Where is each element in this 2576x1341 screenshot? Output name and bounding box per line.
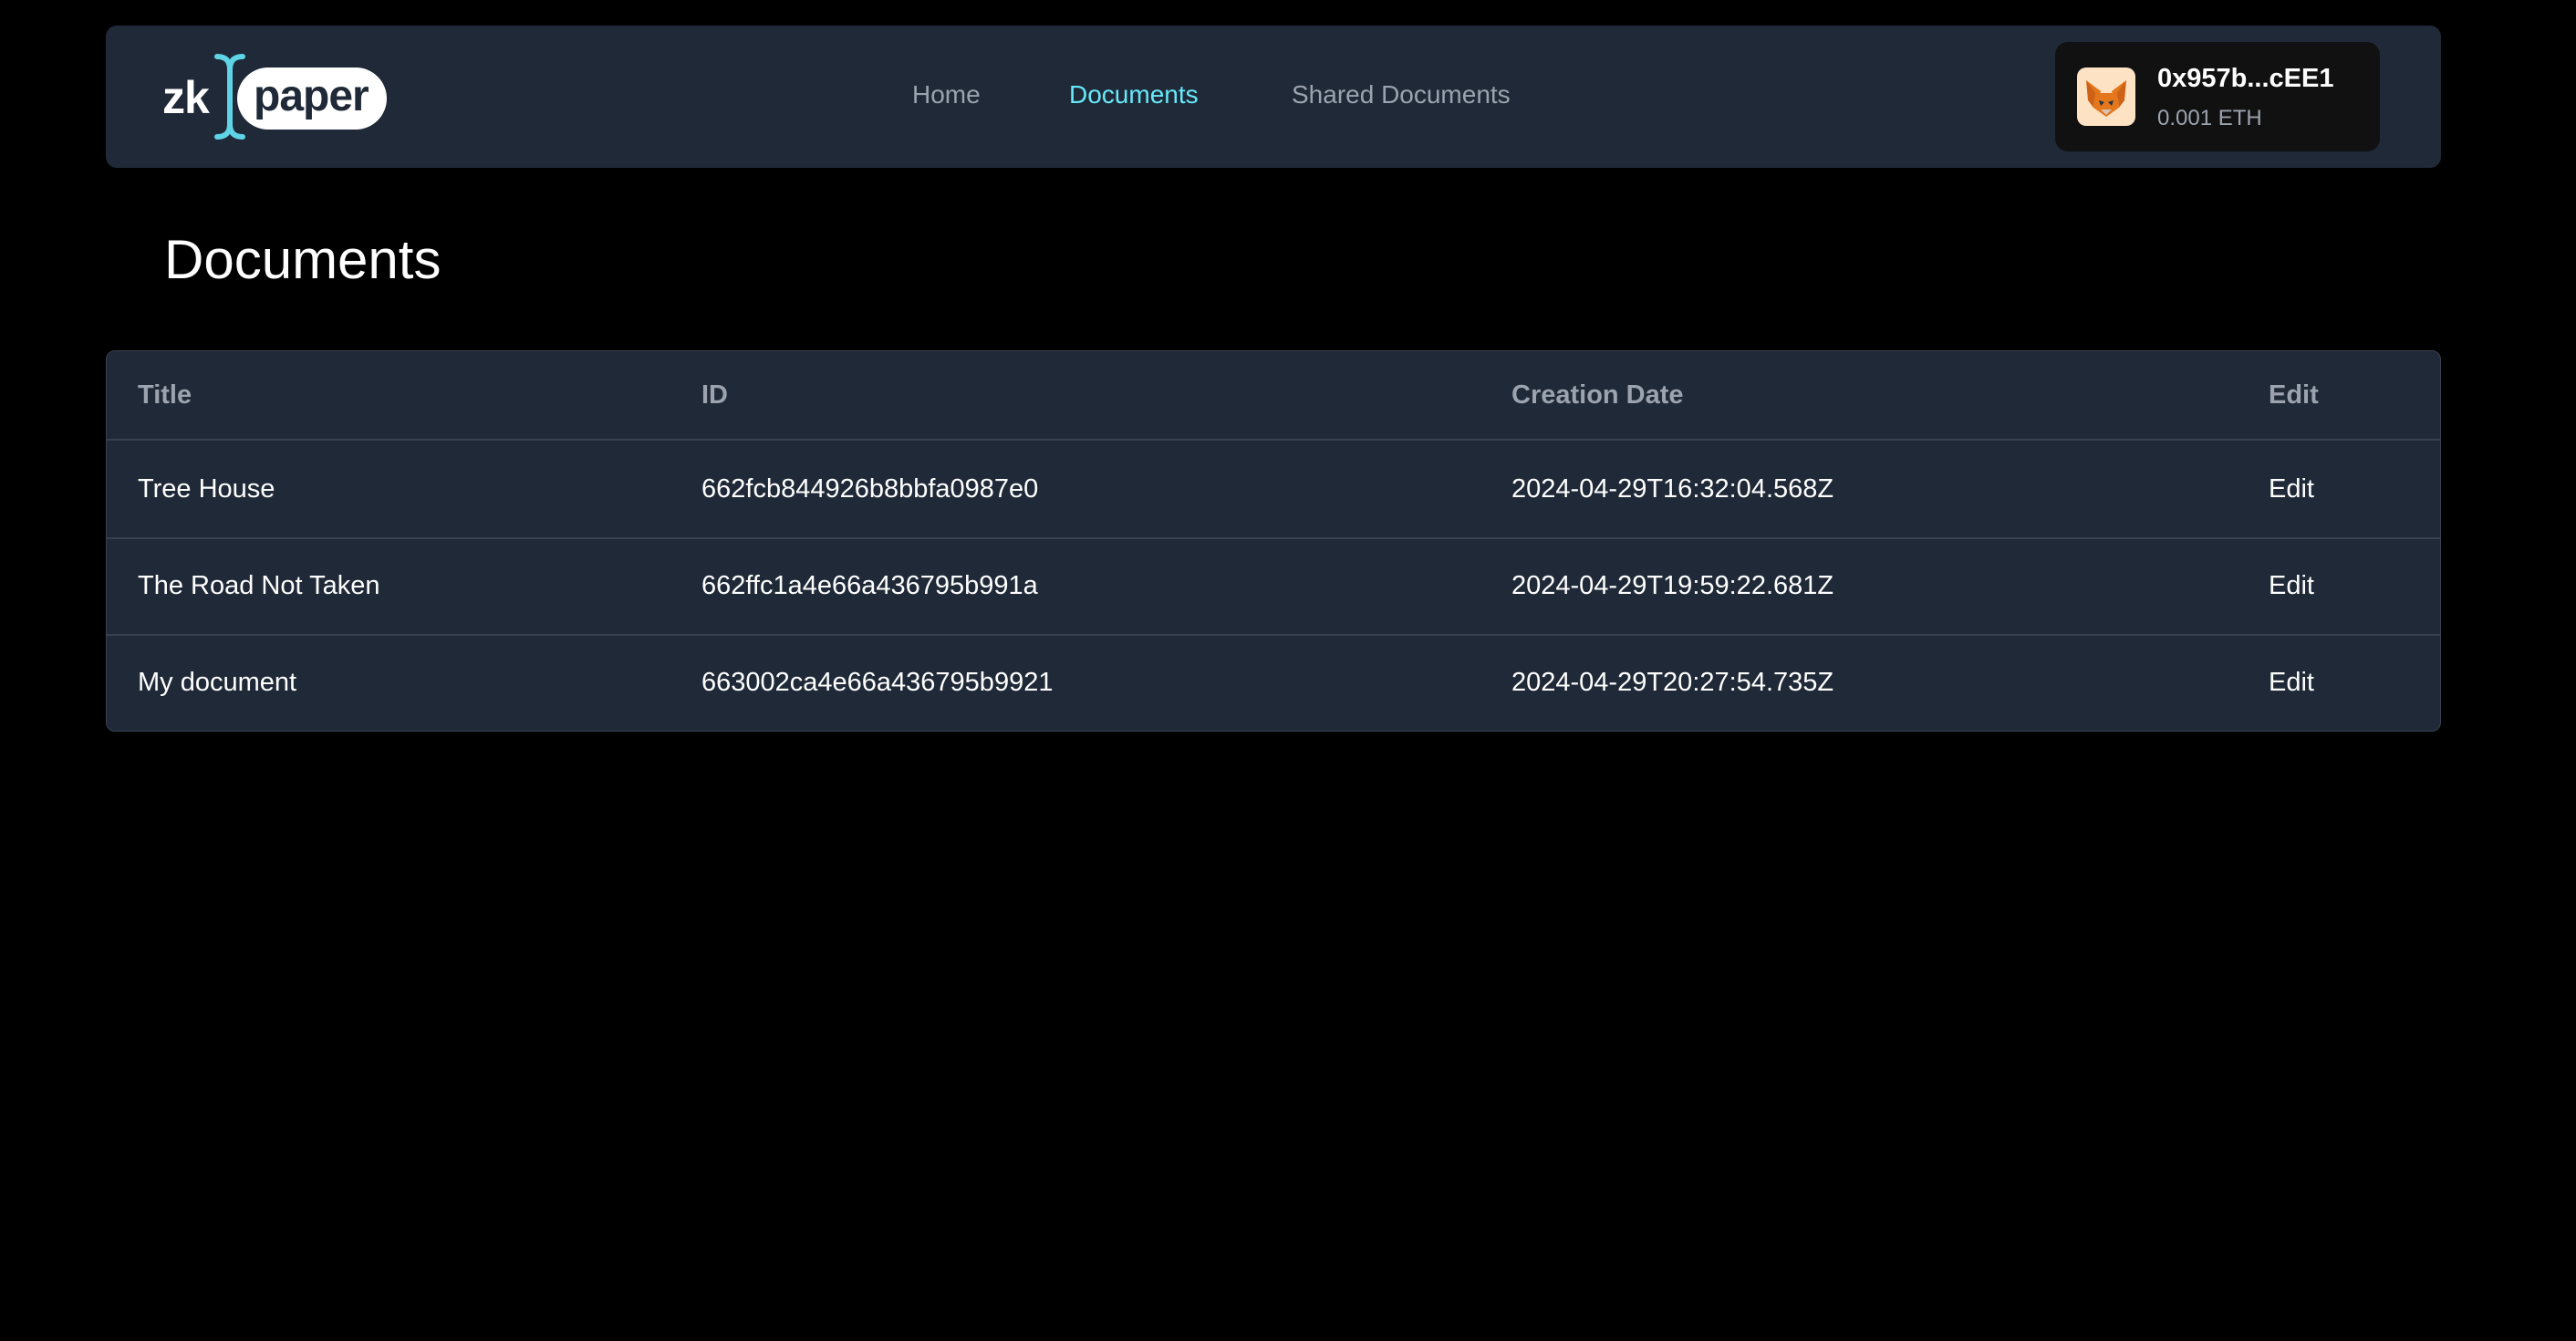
document-title: The Road Not Taken xyxy=(138,570,380,600)
edit-link[interactable]: Edit xyxy=(2269,537,2314,634)
document-title: My document xyxy=(138,667,297,697)
nav-documents[interactable]: Documents xyxy=(1069,80,1199,109)
table-row[interactable]: My document 663002ca4e66a436795b9921 202… xyxy=(107,634,2440,731)
document-creation-date: 2024-04-29T19:59:22.681Z xyxy=(1511,570,1834,600)
column-header-creation-date: Creation Date xyxy=(1511,379,1684,410)
column-header-id: ID xyxy=(701,379,728,410)
table-header-row: Title ID Creation Date Edit xyxy=(107,351,2440,441)
edit-link[interactable]: Edit xyxy=(2269,441,2314,537)
wallet-balance: 0.001 ETH xyxy=(2157,106,2262,130)
column-header-edit: Edit xyxy=(2269,379,2319,410)
table-row[interactable]: Tree House 662fcb844926b8bbfa0987e0 2024… xyxy=(107,441,2440,539)
document-creation-date: 2024-04-29T16:32:04.568Z xyxy=(1511,473,1834,504)
document-creation-date: 2024-04-29T20:27:54.735Z xyxy=(1511,667,1834,697)
top-navbar: zk paper Home Documents Shared Documents xyxy=(106,26,2441,168)
page-title: Documents xyxy=(164,229,441,290)
nav-home[interactable]: Home xyxy=(912,80,981,109)
table-row[interactable]: The Road Not Taken 662ffc1a4e66a436795b9… xyxy=(107,537,2440,636)
metamask-fox-icon xyxy=(2077,68,2135,126)
document-id: 662ffc1a4e66a436795b991a xyxy=(701,570,1038,600)
edit-link[interactable]: Edit xyxy=(2269,634,2314,731)
wallet-button[interactable]: 0x957b...cEE1 0.001 ETH xyxy=(2055,42,2380,151)
document-id: 663002ca4e66a436795b9921 xyxy=(701,667,1054,697)
column-header-title: Title xyxy=(138,379,192,410)
wallet-address: 0x957b...cEE1 xyxy=(2157,64,2334,93)
documents-table: Title ID Creation Date Edit Tree House 6… xyxy=(106,350,2441,732)
document-id: 662fcb844926b8bbfa0987e0 xyxy=(701,473,1039,504)
document-title: Tree House xyxy=(138,473,275,504)
nav-shared-documents[interactable]: Shared Documents xyxy=(1292,80,1511,109)
